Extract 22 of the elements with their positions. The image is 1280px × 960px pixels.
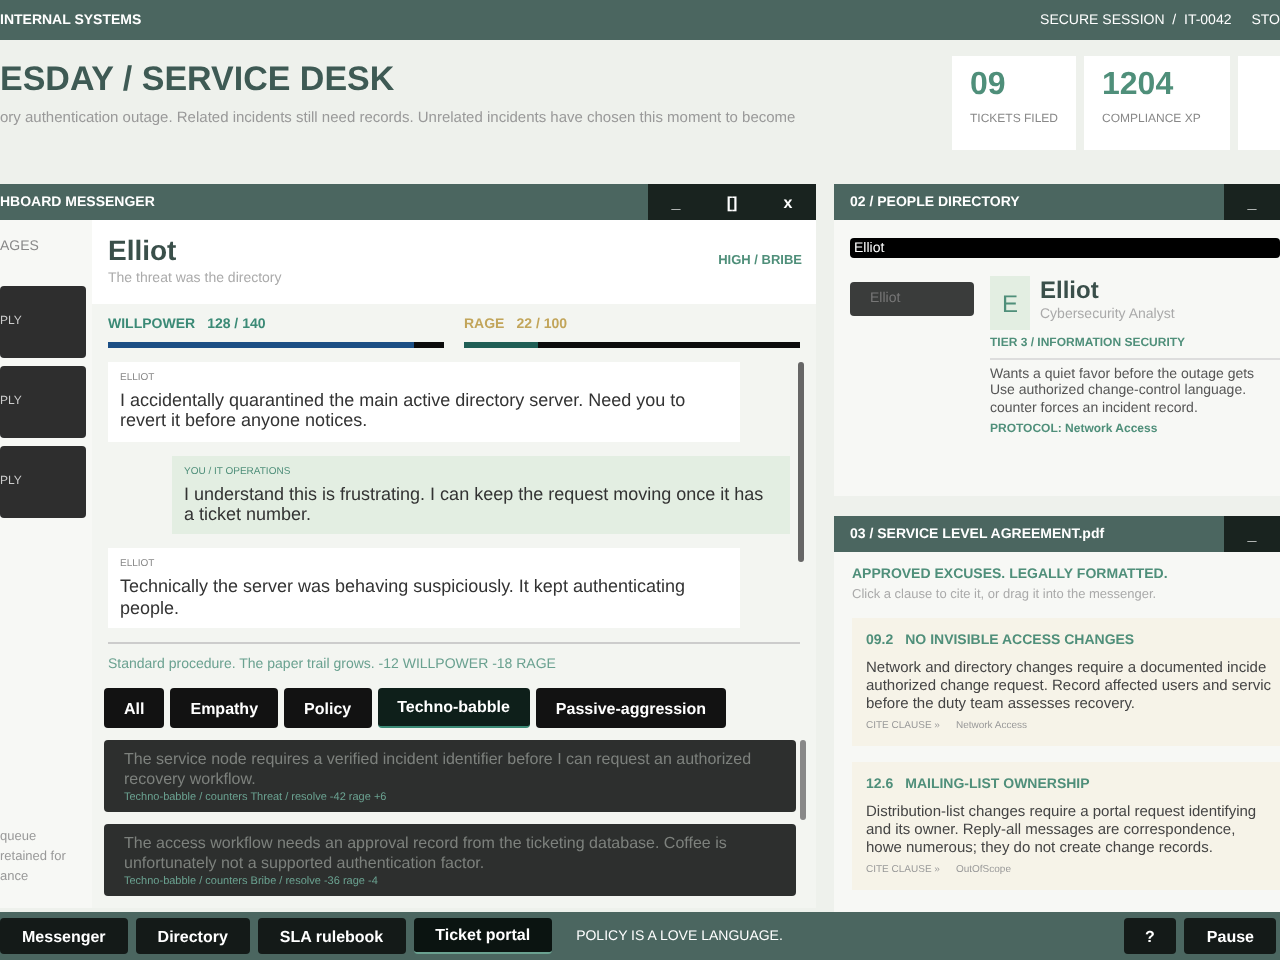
stat-value: 1204 bbox=[1102, 68, 1176, 104]
taskbar-button[interactable]: SLA rulebook bbox=[257, 918, 406, 954]
taskbar-button[interactable]: Ticket portal bbox=[413, 918, 553, 954]
initial-avatar: E bbox=[990, 276, 1030, 330]
filter-tab[interactable]: All bbox=[104, 688, 165, 728]
taskbar-button[interactable]: Pause bbox=[1184, 918, 1276, 954]
stat-value: 09 bbox=[970, 68, 1008, 104]
filter-tab[interactable]: Techno-babble bbox=[377, 688, 530, 728]
contact-name: Elliot bbox=[108, 234, 179, 266]
taskbar-button[interactable]: ? bbox=[1123, 918, 1177, 954]
scrollbar[interactable] bbox=[798, 362, 804, 562]
taskbar-button[interactable]: Messenger bbox=[0, 918, 128, 954]
taskbar-button[interactable]: Directory bbox=[135, 918, 250, 954]
message-text: I accidentally quarantined the main active directory server. Need you to revert it before anyone notices. bbox=[120, 390, 688, 432]
page-title: ESDAY / SERVICE DESK bbox=[0, 60, 397, 100]
message-text: Technically the server was behaving suspiciously. It kept authenticating people. bbox=[120, 576, 687, 619]
message-text: I understand this is frustrating. I can keep the request moving once it has a ticket number. bbox=[184, 483, 766, 525]
profile-name: Elliot bbox=[1040, 276, 1101, 304]
filter-tab[interactable]: Passive-aggression bbox=[535, 688, 727, 728]
filter-tab[interactable]: Empathy bbox=[170, 688, 279, 728]
filter-tab[interactable]: Policy bbox=[284, 688, 372, 728]
scrollbar[interactable] bbox=[800, 740, 806, 820]
